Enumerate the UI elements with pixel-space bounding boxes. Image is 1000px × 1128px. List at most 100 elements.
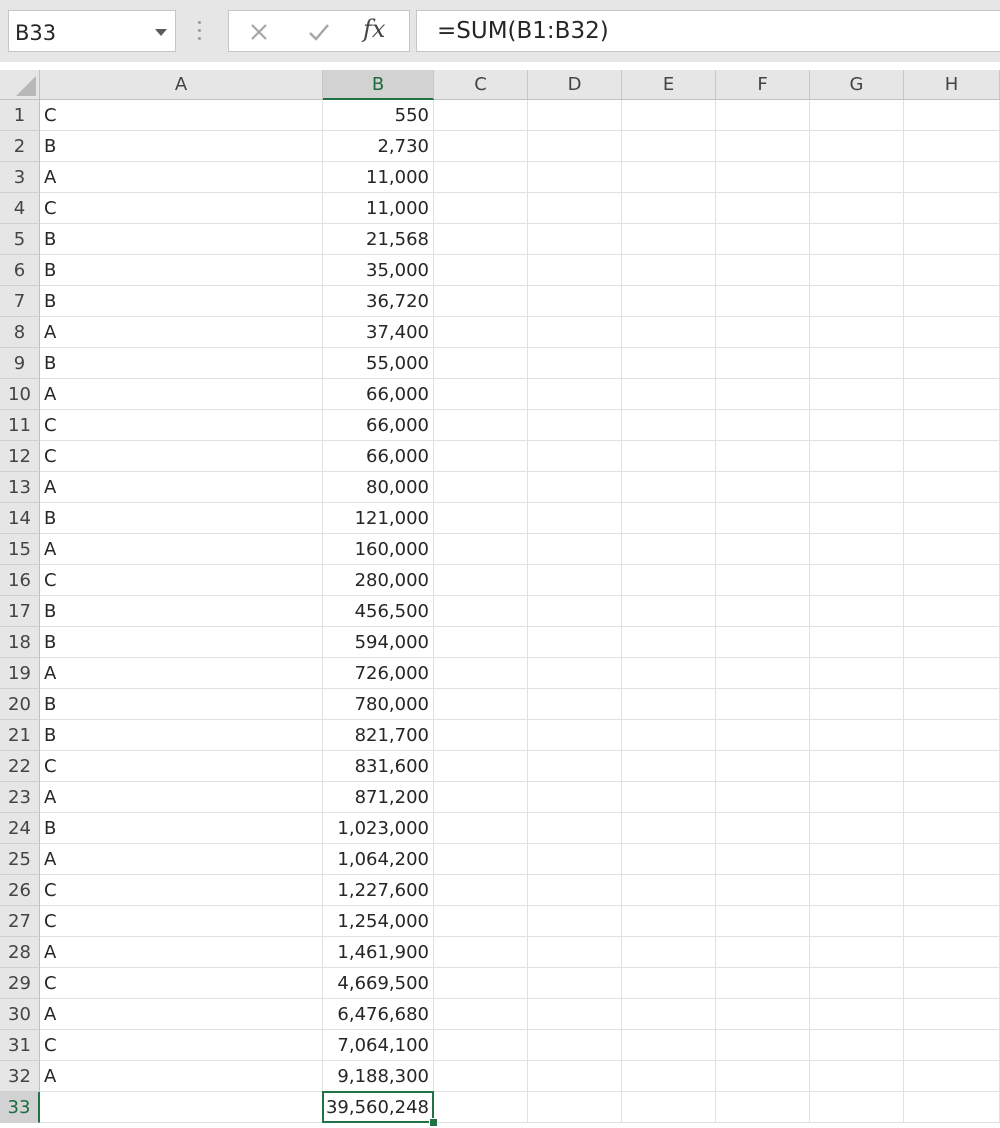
cell-d33[interactable] xyxy=(528,1092,622,1123)
name-box-dropdown-icon[interactable] xyxy=(155,29,167,36)
row-header-33[interactable]: 33 xyxy=(0,1092,40,1123)
cell-d15[interactable] xyxy=(528,534,622,565)
cell-e30[interactable] xyxy=(622,999,716,1030)
cell-c30[interactable] xyxy=(434,999,528,1030)
formula-input[interactable]: =SUM(B1:B32) xyxy=(416,10,1000,52)
cell-b19[interactable]: 726,000 xyxy=(323,658,434,689)
cell-d9[interactable] xyxy=(528,348,622,379)
row-header-5[interactable]: 5 xyxy=(0,224,40,255)
cell-a2[interactable]: B xyxy=(40,131,323,162)
cell-c12[interactable] xyxy=(434,441,528,472)
cell-e25[interactable] xyxy=(622,844,716,875)
cell-b24[interactable]: 1,023,000 xyxy=(323,813,434,844)
cell-c5[interactable] xyxy=(434,224,528,255)
cell-a15[interactable]: A xyxy=(40,534,323,565)
cell-g13[interactable] xyxy=(810,472,904,503)
cell-a8[interactable]: A xyxy=(40,317,323,348)
cell-a23[interactable]: A xyxy=(40,782,323,813)
cell-f9[interactable] xyxy=(716,348,810,379)
column-header-a[interactable]: A xyxy=(40,70,323,100)
cell-b26[interactable]: 1,227,600 xyxy=(323,875,434,906)
cell-b25[interactable]: 1,064,200 xyxy=(323,844,434,875)
cell-d10[interactable] xyxy=(528,379,622,410)
cell-b15[interactable]: 160,000 xyxy=(323,534,434,565)
cell-g22[interactable] xyxy=(810,751,904,782)
cell-a32[interactable]: A xyxy=(40,1061,323,1092)
cell-d24[interactable] xyxy=(528,813,622,844)
cell-h23[interactable] xyxy=(904,782,1000,813)
cell-b21[interactable]: 821,700 xyxy=(323,720,434,751)
cell-g18[interactable] xyxy=(810,627,904,658)
cell-a33[interactable] xyxy=(40,1092,323,1123)
cell-d22[interactable] xyxy=(528,751,622,782)
cell-g15[interactable] xyxy=(810,534,904,565)
cell-h25[interactable] xyxy=(904,844,1000,875)
cell-c27[interactable] xyxy=(434,906,528,937)
cell-h20[interactable] xyxy=(904,689,1000,720)
cell-f3[interactable] xyxy=(716,162,810,193)
cell-f6[interactable] xyxy=(716,255,810,286)
cell-c13[interactable] xyxy=(434,472,528,503)
fill-handle[interactable] xyxy=(429,1118,438,1127)
row-header-18[interactable]: 18 xyxy=(0,627,40,658)
column-header-c[interactable]: C xyxy=(434,70,528,100)
cell-d23[interactable] xyxy=(528,782,622,813)
row-header-26[interactable]: 26 xyxy=(0,875,40,906)
cell-a7[interactable]: B xyxy=(40,286,323,317)
cell-a12[interactable]: C xyxy=(40,441,323,472)
cell-a29[interactable]: C xyxy=(40,968,323,999)
cell-f5[interactable] xyxy=(716,224,810,255)
cell-b18[interactable]: 594,000 xyxy=(323,627,434,658)
cell-b31[interactable]: 7,064,100 xyxy=(323,1030,434,1061)
cell-d6[interactable] xyxy=(528,255,622,286)
cell-h2[interactable] xyxy=(904,131,1000,162)
cell-b22[interactable]: 831,600 xyxy=(323,751,434,782)
cell-e4[interactable] xyxy=(622,193,716,224)
row-header-11[interactable]: 11 xyxy=(0,410,40,441)
cell-f2[interactable] xyxy=(716,131,810,162)
cell-d11[interactable] xyxy=(528,410,622,441)
cell-c8[interactable] xyxy=(434,317,528,348)
cell-e5[interactable] xyxy=(622,224,716,255)
cell-d29[interactable] xyxy=(528,968,622,999)
name-box[interactable]: B33 xyxy=(8,10,176,52)
cell-b2[interactable]: 2,730 xyxy=(323,131,434,162)
cell-f33[interactable] xyxy=(716,1092,810,1123)
row-header-21[interactable]: 21 xyxy=(0,720,40,751)
cell-b16[interactable]: 280,000 xyxy=(323,565,434,596)
cell-f18[interactable] xyxy=(716,627,810,658)
cell-g29[interactable] xyxy=(810,968,904,999)
cell-g28[interactable] xyxy=(810,937,904,968)
cell-e16[interactable] xyxy=(622,565,716,596)
row-header-2[interactable]: 2 xyxy=(0,131,40,162)
cell-h5[interactable] xyxy=(904,224,1000,255)
cell-e19[interactable] xyxy=(622,658,716,689)
cell-a24[interactable]: B xyxy=(40,813,323,844)
cell-c21[interactable] xyxy=(434,720,528,751)
cell-f24[interactable] xyxy=(716,813,810,844)
cell-a13[interactable]: A xyxy=(40,472,323,503)
cell-e29[interactable] xyxy=(622,968,716,999)
cell-e3[interactable] xyxy=(622,162,716,193)
cell-f22[interactable] xyxy=(716,751,810,782)
cell-a26[interactable]: C xyxy=(40,875,323,906)
cell-c23[interactable] xyxy=(434,782,528,813)
cell-h26[interactable] xyxy=(904,875,1000,906)
cell-h15[interactable] xyxy=(904,534,1000,565)
cell-f8[interactable] xyxy=(716,317,810,348)
cell-e24[interactable] xyxy=(622,813,716,844)
cell-f30[interactable] xyxy=(716,999,810,1030)
cell-e14[interactable] xyxy=(622,503,716,534)
formula-bar-grip-icon[interactable] xyxy=(198,21,202,41)
cell-h22[interactable] xyxy=(904,751,1000,782)
cell-e1[interactable] xyxy=(622,100,716,131)
enter-check-icon[interactable] xyxy=(305,18,333,46)
cell-c17[interactable] xyxy=(434,596,528,627)
cell-h31[interactable] xyxy=(904,1030,1000,1061)
cell-e10[interactable] xyxy=(622,379,716,410)
cell-h27[interactable] xyxy=(904,906,1000,937)
row-header-28[interactable]: 28 xyxy=(0,937,40,968)
row-header-9[interactable]: 9 xyxy=(0,348,40,379)
cell-a17[interactable]: B xyxy=(40,596,323,627)
cell-h33[interactable] xyxy=(904,1092,1000,1123)
